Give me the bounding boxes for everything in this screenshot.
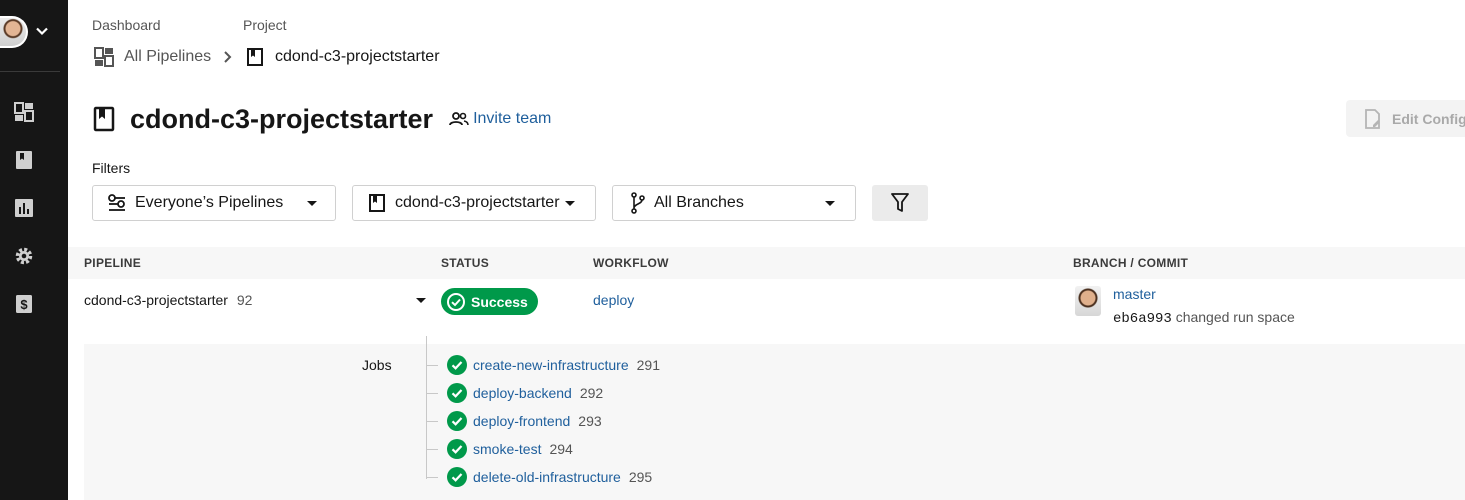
breadcrumb-all-pipelines-label: All Pipelines xyxy=(124,48,212,65)
column-header-workflow: WORKFLOW xyxy=(593,256,669,270)
branch-filter-value: All Branches xyxy=(654,194,744,211)
projects-icon[interactable] xyxy=(14,150,34,170)
expand-row-toggle[interactable] xyxy=(416,298,426,303)
column-header-branch-commit: BRANCH / COMMIT xyxy=(1073,256,1189,270)
page-title: cdond-c3-projectstarter xyxy=(130,103,434,134)
project-icon xyxy=(369,194,385,212)
job-tree-branch xyxy=(426,449,438,450)
commit-info: eb6a993 changed run space xyxy=(1113,309,1295,327)
workflow-link[interactable]: deploy xyxy=(593,292,634,308)
job-number: 295 xyxy=(628,469,653,485)
jobs-label: Jobs xyxy=(362,357,392,373)
breadcrumb-dashboard-label: Dashboard xyxy=(92,17,161,33)
job-name[interactable]: create-new-infrastructure xyxy=(473,357,629,373)
breadcrumb-project[interactable]: cdond-c3-projectstarter xyxy=(247,47,440,67)
breadcrumb-project-name: cdond-c3-projectstarter xyxy=(275,48,440,65)
check-circle-icon xyxy=(447,411,467,431)
job-name[interactable]: deploy-backend xyxy=(473,385,572,401)
job-number: 292 xyxy=(579,385,604,401)
pipeline-name: cdond-c3-projectstarter xyxy=(84,292,228,308)
svg-text:$: $ xyxy=(20,297,28,312)
invite-team-button[interactable]: Invite team xyxy=(449,110,551,128)
job-item[interactable]: smoke-test 294 xyxy=(447,438,573,460)
caret-down-icon xyxy=(565,201,575,206)
invite-team-label: Invite team xyxy=(473,110,552,127)
filter-button[interactable] xyxy=(872,185,928,221)
git-branch-icon xyxy=(631,192,645,214)
project-icon xyxy=(93,106,115,132)
branch-link[interactable]: master xyxy=(1113,286,1156,302)
breadcrumb-all-pipelines[interactable]: All Pipelines xyxy=(94,47,211,67)
job-item[interactable]: delete-old-infrastructure 295 xyxy=(447,466,652,488)
column-header-status: STATUS xyxy=(441,256,490,270)
job-tree-branch xyxy=(426,365,438,366)
pipeline-cell: cdond-c3-projectstarter 92 xyxy=(84,292,252,308)
branch-filter-select[interactable]: All Branches xyxy=(612,185,856,221)
check-circle-icon xyxy=(447,383,467,403)
status-badge[interactable]: Success xyxy=(441,288,538,315)
job-item[interactable]: create-new-infrastructure 291 xyxy=(447,354,660,376)
filters-label: Filters xyxy=(92,160,131,176)
column-header-pipeline: PIPELINE xyxy=(84,256,142,270)
status-label: Success xyxy=(471,293,528,310)
check-circle-icon xyxy=(447,355,467,375)
dashboard-icon[interactable] xyxy=(14,102,34,122)
user-avatar xyxy=(0,16,28,48)
job-number: 293 xyxy=(578,413,602,429)
pipeline-number: 92 xyxy=(236,292,253,308)
insights-icon[interactable] xyxy=(14,198,34,218)
check-circle-icon xyxy=(447,439,467,459)
sidebar-divider xyxy=(0,71,60,72)
commit-hash[interactable]: eb6a993 xyxy=(1113,311,1172,327)
pipelines-icon xyxy=(108,194,125,211)
page-header: cdond-c3-projectstarter Invite team xyxy=(92,100,551,138)
sidebar: $ xyxy=(0,0,68,500)
settings-icon[interactable] xyxy=(14,246,34,266)
edit-config-button[interactable]: Edit Config xyxy=(1346,100,1465,137)
pipelines-filter-value: Everyone’s Pipelines xyxy=(135,194,284,211)
edit-config-label: Edit Config xyxy=(1392,110,1465,127)
chevron-down-icon xyxy=(36,27,48,36)
job-tree-branch xyxy=(426,421,438,422)
job-tree-branch xyxy=(426,477,438,478)
team-icon xyxy=(449,112,469,126)
chevron-right-icon xyxy=(224,51,232,63)
job-name[interactable]: deploy-frontend xyxy=(473,413,570,429)
filter-icon xyxy=(891,193,909,212)
breadcrumb-project-label: Project xyxy=(243,17,287,33)
job-tree-branch xyxy=(426,393,438,394)
dashboard-icon xyxy=(94,47,114,67)
check-circle-icon xyxy=(447,467,467,487)
caret-down-icon xyxy=(825,201,835,206)
job-name[interactable]: delete-old-infrastructure xyxy=(473,469,621,485)
user-menu[interactable] xyxy=(0,14,60,52)
job-item[interactable]: deploy-backend 292 xyxy=(447,382,603,404)
caret-down-icon xyxy=(307,201,317,206)
project-filter-value: cdond-c3-projectstarter xyxy=(395,194,560,211)
table-header xyxy=(68,247,1465,279)
jobs-panel xyxy=(84,344,1465,500)
project-icon xyxy=(247,48,263,66)
job-number: 291 xyxy=(636,357,660,373)
plan-icon[interactable]: $ xyxy=(14,294,34,314)
job-item[interactable]: deploy-frontend 293 xyxy=(447,410,602,432)
commit-author-avatar xyxy=(1075,286,1101,316)
project-filter-select[interactable]: cdond-c3-projectstarter xyxy=(352,185,596,221)
file-edit-icon xyxy=(1365,108,1380,129)
job-number: 294 xyxy=(549,441,573,457)
job-tree-line xyxy=(426,336,427,479)
job-name[interactable]: smoke-test xyxy=(473,441,541,457)
check-circle-icon xyxy=(447,292,465,311)
commit-message: changed run space xyxy=(1175,309,1295,325)
pipelines-filter-select[interactable]: Everyone’s Pipelines xyxy=(92,185,336,221)
